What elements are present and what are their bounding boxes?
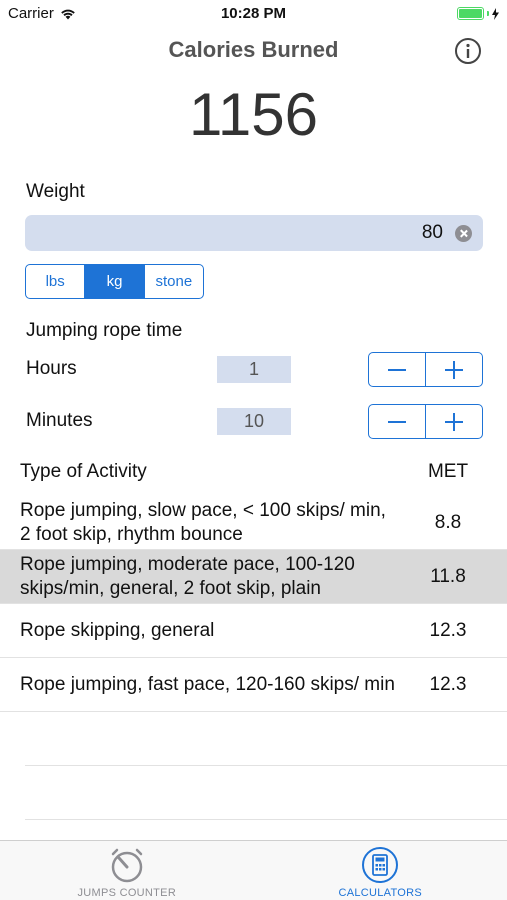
met-value: 8.8 bbox=[434, 511, 462, 533]
activity-row[interactable]: Rope jumping, fast pace, 120-160 skips/ … bbox=[0, 658, 507, 712]
minutes-increment-button[interactable] bbox=[426, 405, 482, 438]
activity-name: Rope jumping, fast pace, 120-160 skips/ … bbox=[20, 673, 395, 695]
unit-lbs-segment[interactable]: lbs bbox=[26, 265, 86, 298]
activity-name: Rope skipping, general bbox=[20, 619, 215, 641]
minutes-decrement-button[interactable] bbox=[369, 405, 426, 438]
plus-icon bbox=[445, 412, 463, 431]
unit-segmented-control: lbs kg stone bbox=[25, 264, 204, 299]
unit-stone-segment[interactable]: stone bbox=[145, 265, 203, 298]
minutes-label: Minutes bbox=[26, 410, 93, 431]
minus-icon bbox=[388, 368, 406, 371]
met-value: 12.3 bbox=[429, 619, 467, 641]
activity-list: Rope jumping, slow pace, < 100 skips/ mi… bbox=[0, 496, 507, 820]
activity-row[interactable]: Rope skipping, general 12.3 bbox=[0, 604, 507, 658]
activity-row[interactable]: Rope jumping, slow pace, < 100 skips/ mi… bbox=[0, 496, 507, 550]
minutes-value: 10 bbox=[217, 408, 291, 435]
activity-name: Rope jumping, moderate pace, 100-120 ski… bbox=[20, 553, 355, 599]
met-column-header: MET bbox=[427, 461, 469, 482]
status-bar: Carrier 10:28 PM bbox=[0, 0, 507, 28]
tab-label: JUMPS COUNTER bbox=[77, 887, 177, 899]
activity-row-selected[interactable]: Rope jumping, moderate pace, 100-120 ski… bbox=[0, 550, 507, 604]
activity-name: Rope jumping, slow pace, < 100 skips/ mi… bbox=[20, 499, 386, 545]
tab-label: CALCULATORS bbox=[338, 887, 423, 899]
battery-icon bbox=[457, 7, 499, 20]
page-title: Calories Burned bbox=[168, 37, 339, 62]
charging-bolt-icon bbox=[492, 7, 499, 20]
stopwatch-icon bbox=[111, 848, 142, 883]
hours-stepper bbox=[368, 352, 483, 387]
activity-table-header: Type of Activity MET bbox=[20, 461, 487, 483]
tab-calculators[interactable]: CALCULATORS bbox=[254, 841, 507, 900]
calculator-icon bbox=[362, 847, 399, 883]
jumping-time-label: Jumping rope time bbox=[26, 320, 183, 341]
hours-decrement-button[interactable] bbox=[369, 353, 426, 386]
met-value: 11.8 bbox=[430, 565, 466, 587]
calories-value: 1156 bbox=[188, 81, 319, 148]
hours-label: Hours bbox=[26, 358, 77, 379]
unit-kg-segment[interactable]: kg bbox=[85, 265, 145, 298]
activity-column-header: Type of Activity bbox=[20, 461, 147, 482]
minus-icon bbox=[388, 420, 406, 423]
minutes-stepper bbox=[368, 404, 483, 439]
clear-icon[interactable] bbox=[455, 225, 472, 242]
met-value: 12.3 bbox=[429, 673, 467, 695]
hours-value: 1 bbox=[217, 356, 291, 383]
info-icon[interactable] bbox=[454, 37, 482, 65]
status-time: 10:28 PM bbox=[220, 5, 287, 22]
empty-row bbox=[25, 712, 507, 766]
plus-icon bbox=[445, 360, 463, 379]
weight-input[interactable] bbox=[37, 215, 443, 251]
weight-field-container bbox=[25, 215, 483, 251]
weight-label: Weight bbox=[26, 181, 85, 202]
tab-bar: JUMPS COUNTER CALCULATORS bbox=[0, 840, 507, 900]
tab-jumps-counter[interactable]: JUMPS COUNTER bbox=[0, 841, 254, 900]
hours-increment-button[interactable] bbox=[426, 353, 482, 386]
empty-row bbox=[25, 766, 507, 820]
